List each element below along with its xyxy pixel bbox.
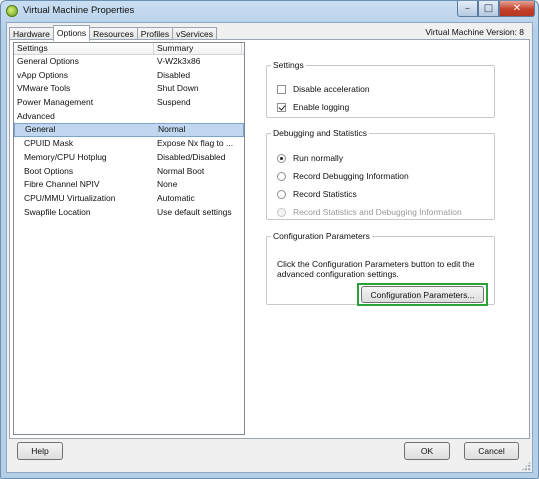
options-list: Settings Summary General Options V-W2k3x8… <box>13 42 245 435</box>
list-row-boot-options[interactable]: Boot Options Normal Boot <box>14 165 244 179</box>
maximize-button[interactable]: □ <box>478 1 499 17</box>
row-setting: Boot Options <box>24 165 74 176</box>
tab-options[interactable]: Options <box>52 25 91 41</box>
list-row-vapp-options[interactable]: vApp Options Disabled <box>14 69 244 83</box>
disable-acceleration-checkbox[interactable]: Disable acceleration <box>277 84 370 94</box>
record-debugging-radio[interactable]: Record Debugging Information <box>277 171 409 181</box>
debugging-group-legend: Debugging and Statistics <box>273 128 368 138</box>
row-setting: Memory/CPU Hotplug <box>24 151 107 162</box>
row-summary: Suspend <box>157 97 191 108</box>
cancel-button[interactable]: Cancel <box>464 442 519 460</box>
vm-properties-window: Virtual Machine Properties – □ ✕ Hardwar… <box>0 0 539 479</box>
radio-button[interactable] <box>277 189 286 199</box>
enable-logging-checkbox[interactable]: Enable logging <box>277 102 349 112</box>
row-summary: Disabled/Disabled <box>157 151 226 162</box>
settings-group-legend: Settings <box>273 60 304 70</box>
enable-logging-label: Enable logging <box>293 102 350 112</box>
row-setting: General <box>25 124 56 135</box>
options-panel: Settings Summary General Options V-W2k3x8… <box>9 39 530 439</box>
settings-group: Settings Disable acceleration Enable log… <box>266 60 495 118</box>
list-row-swapfile-location[interactable]: Swapfile Location Use default settings <box>14 206 244 220</box>
dialog-client: Hardware Options Resources Profiles vSer… <box>6 22 533 473</box>
row-summary: Normal <box>158 124 186 135</box>
row-setting: VMware Tools <box>17 83 71 94</box>
record-statistics-and-debugging-radio: Record Statistics and Debugging Informat… <box>277 207 462 217</box>
radio-button-disabled <box>277 207 286 217</box>
row-summary: Expose Nx flag to ... <box>157 138 234 149</box>
list-header: Settings Summary <box>14 43 244 55</box>
configuration-parameters-group: Configuration Parameters Click the Confi… <box>266 231 495 306</box>
row-summary: V-W2k3x86 <box>157 56 201 66</box>
list-row-fibre-channel-npiv[interactable]: Fibre Channel NPIV None <box>14 178 244 192</box>
record-statistics-radio[interactable]: Record Statistics <box>277 189 357 199</box>
row-setting: Advanced <box>17 110 55 121</box>
configuration-description: Click the Configuration Parameters butto… <box>277 259 475 279</box>
list-row-general-selected[interactable]: General Normal <box>14 123 244 138</box>
debugging-statistics-group: Debugging and Statistics Run normally Re… <box>266 128 495 220</box>
row-summary: Shut Down <box>157 83 199 94</box>
row-setting: General Options <box>17 56 79 66</box>
checkbox-box[interactable] <box>277 84 286 94</box>
list-row-advanced[interactable]: Advanced <box>14 110 244 124</box>
list-row-power-management[interactable]: Power Management Suspend <box>14 96 244 110</box>
window-title: Virtual Machine Properties <box>23 5 135 16</box>
list-row-cpu-mmu-virtualization[interactable]: CPU/MMU Virtualization Automatic <box>14 192 244 206</box>
record-statistics-label: Record Statistics <box>293 189 357 199</box>
row-setting: CPU/MMU Virtualization <box>24 192 116 203</box>
disable-acceleration-label: Disable acceleration <box>293 84 370 94</box>
run-normally-label: Run normally <box>293 153 344 163</box>
list-row-cpuid-mask[interactable]: CPUID Mask Expose Nx flag to ... <box>14 137 244 151</box>
record-debugging-label: Record Debugging Information <box>293 171 409 181</box>
row-setting: CPUID Mask <box>24 138 74 149</box>
row-summary <box>154 110 242 124</box>
title-bar[interactable]: Virtual Machine Properties – □ ✕ <box>1 1 538 21</box>
row-setting: Swapfile Location <box>24 206 91 217</box>
configuration-group-legend: Configuration Parameters <box>273 231 370 241</box>
record-statistics-and-debugging-label: Record Statistics and Debugging Informat… <box>293 207 462 217</box>
resize-grip-icon[interactable] <box>521 461 531 471</box>
radio-button[interactable] <box>277 171 286 181</box>
minimize-button[interactable]: – <box>457 1 478 17</box>
row-summary: Automatic <box>157 192 195 203</box>
ok-button[interactable]: OK <box>404 442 450 460</box>
row-summary: None <box>157 179 178 190</box>
vm-version-label: Virtual Machine Version: 8 <box>425 27 524 37</box>
tab-strip: Hardware Options Resources Profiles vSer… <box>9 25 217 41</box>
list-row-vmware-tools[interactable]: VMware Tools Shut Down <box>14 82 244 96</box>
run-normally-radio[interactable]: Run normally <box>277 153 343 163</box>
list-row-general-options[interactable]: General Options V-W2k3x86 <box>14 55 244 69</box>
settings-column-header[interactable]: Settings <box>14 43 154 54</box>
checkbox-box-checked[interactable] <box>277 102 286 112</box>
radio-button-selected[interactable] <box>277 153 286 163</box>
vsphere-vm-icon <box>6 5 18 17</box>
row-setting: Fibre Channel NPIV <box>24 179 100 190</box>
row-setting: vApp Options <box>17 69 69 80</box>
row-setting: Power Management <box>17 97 94 108</box>
summary-column-header[interactable]: Summary <box>154 43 242 54</box>
help-button[interactable]: Help <box>17 442 63 460</box>
row-summary: Use default settings <box>157 206 232 217</box>
row-summary: Normal Boot <box>157 165 205 176</box>
configuration-parameters-button[interactable]: Configuration Parameters... <box>361 286 484 303</box>
close-button[interactable]: ✕ <box>499 1 535 17</box>
row-summary: Disabled <box>157 69 191 80</box>
list-row-memory-cpu-hotplug[interactable]: Memory/CPU Hotplug Disabled/Disabled <box>14 151 244 165</box>
